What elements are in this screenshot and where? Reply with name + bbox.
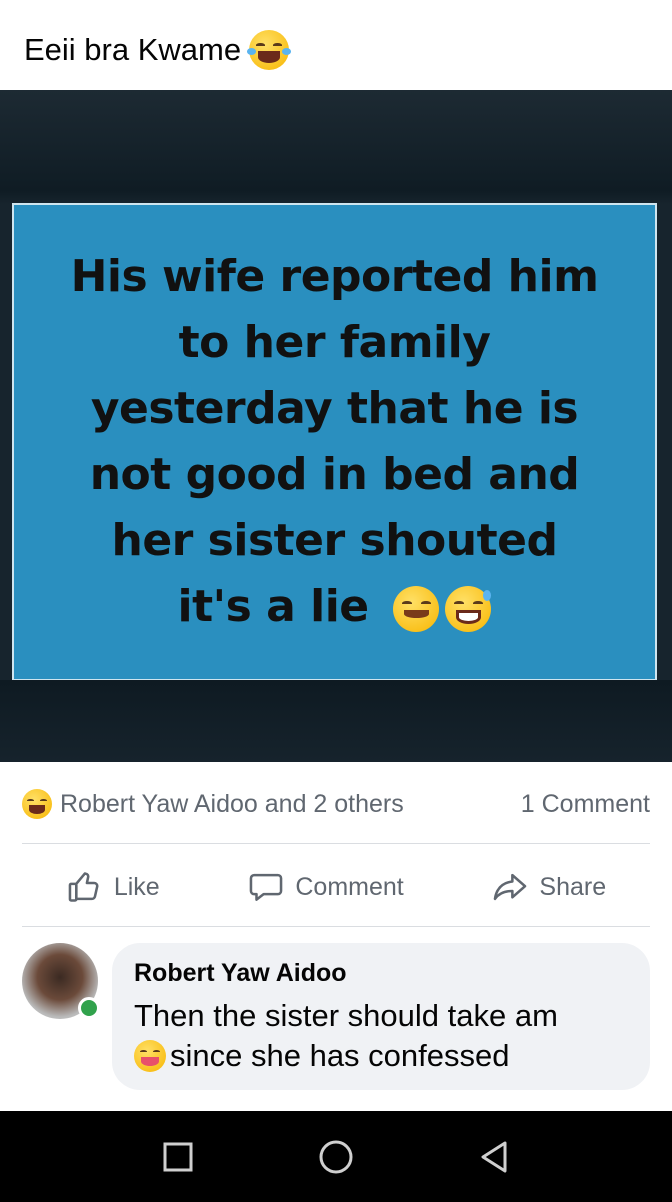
- action-bar: Like Comment Share: [22, 862, 650, 912]
- back-triangle-icon: [481, 1141, 507, 1172]
- grinning-sweat-emoji-icon: [445, 586, 492, 632]
- photo-line-last: it's a lie: [71, 574, 599, 640]
- post-caption: Eeii bra Kwame: [24, 32, 242, 67]
- tongue-out-emoji-icon: [134, 1040, 166, 1072]
- comment-line-2: since she has confessed: [134, 1036, 628, 1076]
- share-button[interactable]: Share: [491, 868, 606, 906]
- hugging-face-emoji-icon: [393, 586, 440, 632]
- photo-line: not good in bed and: [89, 449, 580, 500]
- like-button[interactable]: Like: [66, 868, 160, 906]
- reactions-text: Robert Yaw Aidoo and 2 others: [60, 789, 404, 818]
- comment-line: since she has confessed: [170, 1038, 510, 1073]
- home-button[interactable]: [316, 1137, 356, 1177]
- post-text: Eeii bra Kwame: [24, 30, 292, 70]
- square-icon: [163, 1142, 193, 1171]
- photo-line: yesterday that he is: [90, 383, 579, 434]
- haha-reaction-icon: [22, 789, 52, 819]
- comment-author[interactable]: Robert Yaw Aidoo: [134, 959, 628, 988]
- comment-button[interactable]: Comment: [247, 868, 404, 906]
- comment-count[interactable]: 1 Comment: [521, 790, 650, 819]
- photo-line: to her family: [178, 317, 491, 368]
- like-label: Like: [113, 872, 160, 901]
- photo-line: her sister shouted: [111, 515, 558, 566]
- reactions-bar: Robert Yaw Aidoo and 2 others 1 Comment: [22, 784, 650, 824]
- comment: Robert Yaw Aidoo Then the sister should …: [22, 943, 650, 1090]
- share-arrow-icon: [494, 873, 527, 901]
- online-status-dot: [78, 997, 100, 1019]
- photo-last-line-text: it's a lie: [177, 581, 370, 632]
- thumbs-up-icon: [68, 872, 99, 902]
- comment-bubble-icon: [250, 873, 283, 901]
- recent-apps-button[interactable]: [158, 1137, 198, 1177]
- divider: [22, 926, 650, 927]
- photo-line: His wife reported him: [70, 251, 599, 302]
- tears-of-joy-emoji-icon: [246, 30, 292, 70]
- comment-label: Comment: [295, 872, 404, 901]
- comment-line: Then the sister should take am: [134, 998, 558, 1033]
- divider: [22, 843, 650, 844]
- avatar[interactable]: [22, 943, 100, 1019]
- reactions-summary[interactable]: Robert Yaw Aidoo and 2 others: [22, 789, 404, 819]
- photo-bottom-band: [0, 680, 672, 762]
- comment-text: Then the sister should take am since she…: [134, 996, 628, 1076]
- post-photo[interactable]: His wife reported him to her family yest…: [0, 90, 672, 762]
- photo-text-card: His wife reported him to her family yest…: [12, 203, 657, 681]
- circle-icon: [319, 1140, 353, 1173]
- photo-text: His wife reported him to her family yest…: [71, 244, 599, 640]
- comment-bubble[interactable]: Robert Yaw Aidoo Then the sister should …: [112, 943, 650, 1090]
- back-button[interactable]: [474, 1137, 514, 1177]
- share-label: Share: [539, 872, 607, 901]
- system-navigation-bar: [0, 1111, 672, 1202]
